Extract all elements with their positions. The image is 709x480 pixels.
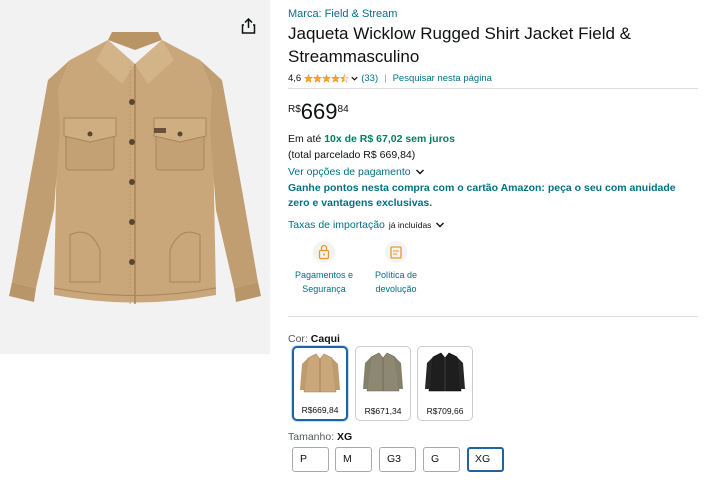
installment-total: (total parcelado R$ 669,84) <box>288 149 416 161</box>
size-option-m[interactable]: M <box>335 447 372 472</box>
color-swatch-caqui[interactable]: R$669,84 <box>292 346 348 421</box>
jacket-thumbnail <box>363 352 403 392</box>
size-selected: XG <box>337 431 353 443</box>
size-label-prefix: Tamanho: <box>288 431 338 443</box>
divider <box>288 88 698 89</box>
rating-row: 4,6 (33) | Pesquisar nesta página <box>288 73 492 84</box>
share-button[interactable] <box>238 16 258 36</box>
color-selected: Caqui <box>310 333 340 345</box>
payment-options-label: Ver opções de pagamento <box>288 166 411 178</box>
divider <box>288 316 698 317</box>
return-policy-icon <box>385 241 407 263</box>
color-label: Cor: Caqui <box>288 333 340 345</box>
star-icon <box>331 74 341 83</box>
feature-label-line2: devolução <box>375 284 417 294</box>
jacket-thumbnail <box>300 353 340 393</box>
share-icon <box>241 18 255 34</box>
swatch-price: R$669,84 <box>301 405 339 415</box>
size-option-g3[interactable]: G3 <box>379 447 416 472</box>
star-icon <box>304 74 314 83</box>
rating-value: 4,6 <box>288 73 302 84</box>
price-cents: 84 <box>337 104 349 115</box>
swatch-price: R$709,66 <box>426 406 464 416</box>
feature-label-line2: Segurança <box>302 284 346 294</box>
installment-prefix: Em até <box>288 133 325 145</box>
import-fees-note: já incluídas <box>388 220 432 230</box>
rating-count-link[interactable]: (33) <box>361 73 378 84</box>
star-icon <box>322 74 332 83</box>
product-image[interactable] <box>0 20 270 350</box>
separator: | <box>384 73 387 84</box>
price-whole: 669 <box>300 99 338 124</box>
search-page-link[interactable]: Pesquisar nesta página <box>393 73 492 84</box>
product-image-panel <box>0 0 270 354</box>
size-option-p[interactable]: P <box>292 447 329 472</box>
size-option-xg[interactable]: XG <box>467 447 504 472</box>
brand-link[interactable]: Marca: Field & Stream <box>288 8 397 20</box>
color-swatch-3[interactable]: R$709,66 <box>417 346 473 421</box>
jacket-thumbnail <box>425 352 465 392</box>
color-swatch-2[interactable]: R$671,34 <box>355 346 411 421</box>
price-currency: R$ <box>288 104 301 115</box>
color-label-prefix: Cor: <box>288 333 311 345</box>
size-label: Tamanho: XG <box>288 431 352 443</box>
half-star-icon <box>340 74 350 83</box>
installment-highlight: 10x de R$ 67,02 sem juros <box>324 133 455 145</box>
star-rating[interactable] <box>304 74 350 83</box>
product-title: Jaqueta Wicklow Rugged Shirt Jacket Fiel… <box>288 24 631 66</box>
secure-payment-icon <box>313 241 335 263</box>
swatch-price: R$671,34 <box>364 406 402 416</box>
amazon-card-promo-link[interactable]: Ganhe pontos nesta compra com o cartão A… <box>288 181 698 211</box>
installment-offer: Em até 10x de R$ 67,02 sem juros <box>288 133 455 145</box>
chevron-down-icon[interactable] <box>350 74 359 83</box>
price: R$ 669 84 <box>288 100 349 124</box>
payment-options-link[interactable]: Ver opções de pagamento <box>288 166 425 178</box>
feature-label-line1: Pagamentos e <box>294 270 354 280</box>
feature-secure-payment[interactable]: Pagamentos e Segurança <box>288 240 360 296</box>
import-fees-link[interactable]: Taxas de importação <box>288 219 385 231</box>
star-icon <box>313 74 323 83</box>
size-option-g[interactable]: G <box>423 447 460 472</box>
chevron-down-icon <box>415 169 424 175</box>
import-fees[interactable]: Taxas de importação já incluídas <box>288 219 445 231</box>
feature-return-policy[interactable]: Política de devolução <box>360 240 432 296</box>
feature-label-line1: Política de <box>374 270 418 280</box>
chevron-down-icon <box>436 222 445 228</box>
